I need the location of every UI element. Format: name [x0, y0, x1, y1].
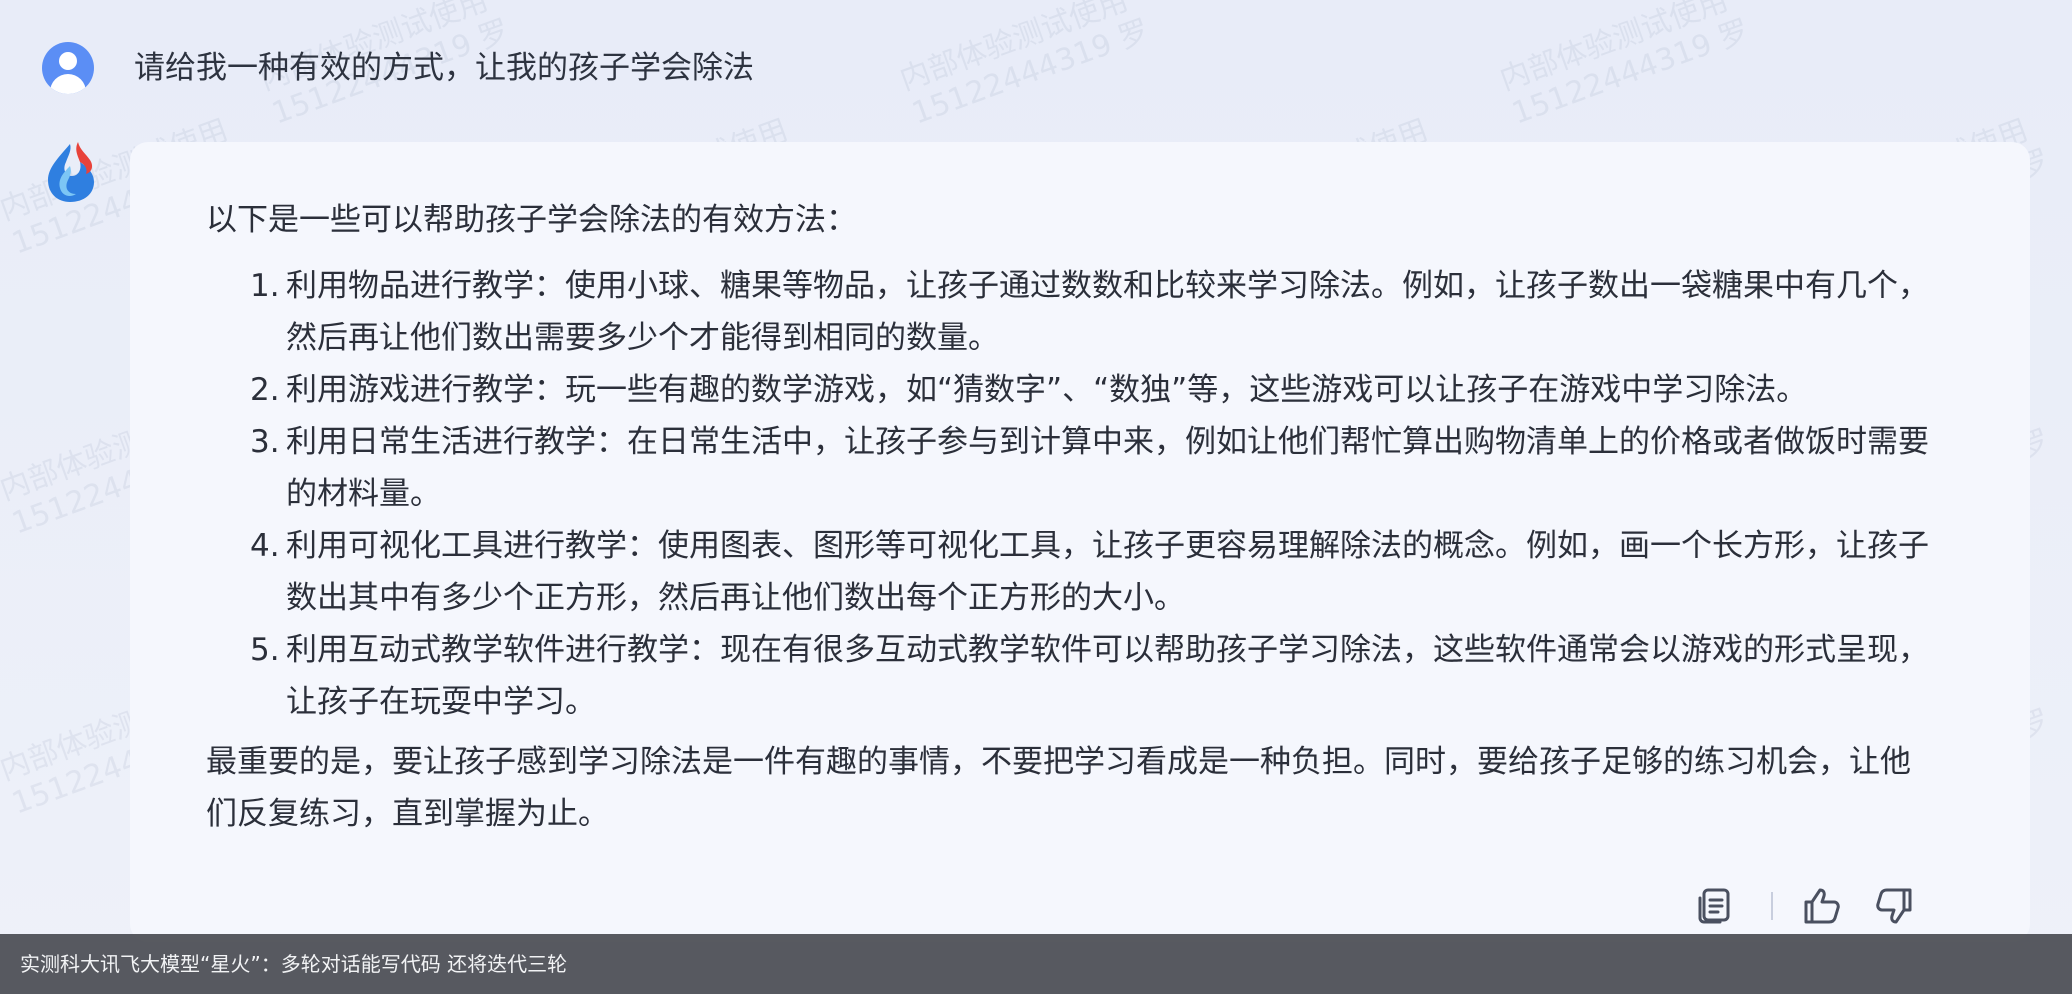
list-item: 2. 利用游戏进行教学：玩一些有趣的数学游戏，如“猜数字”、“数独”等，这些游戏可…: [206, 364, 1946, 416]
watermark: 内部体验测试使用15122444319 罗: [1495, 0, 1754, 132]
list-item-number: 4.: [250, 528, 280, 564]
list-item: 4. 利用可视化工具进行教学：使用图表、图形等可视化工具，让孩子更容易理解除法的概…: [206, 520, 1946, 624]
list-item-text: 利用游戏进行教学：玩一些有趣的数学游戏，如“猜数字”、“数独”等，这些游戏可以让…: [286, 372, 1808, 408]
list-item: 1. 利用物品进行教学：使用小球、糖果等物品，让孩子通过数数和比较来学习除法。例如…: [206, 260, 1946, 364]
answer-actions: [1690, 882, 1930, 930]
actions-divider: [1771, 892, 1773, 920]
chat-page: 内部体验测试使用 15122444319 罗 内部体验测试使用 1512244431…: [0, 0, 2072, 994]
thumbs-up-icon[interactable]: [1798, 882, 1846, 930]
list-item-text: 利用日常生活进行教学：在日常生活中，让孩子参与到计算中来，例如让他们帮忙算出购物…: [286, 424, 1929, 512]
caption-text: 实测科大讯飞大模型“星火”：多轮对话能写代码 还将迭代三轮: [20, 952, 568, 976]
caption-bar: 实测科大讯飞大模型“星火”：多轮对话能写代码 还将迭代三轮: [0, 934, 2072, 994]
list-item-number: 2.: [250, 372, 280, 408]
watermark: 内部体验测试使用15122444319 罗: [895, 0, 1154, 132]
list-item: 5. 利用互动式教学软件进行教学：现在有很多互动式教学软件可以帮助孩子学习除法，这…: [206, 624, 1946, 728]
user-avatar-icon: [42, 42, 94, 94]
thumbs-down-icon[interactable]: [1870, 882, 1918, 930]
list-item-text: 利用互动式教学软件进行教学：现在有很多互动式教学软件可以帮助孩子学习除法，这些软…: [286, 632, 1929, 720]
answer-intro: 以下是一些可以帮助孩子学会除法的有效方法：: [206, 202, 857, 238]
list-item-text: 利用可视化工具进行教学：使用图表、图形等可视化工具，让孩子更容易理解除法的概念。…: [286, 528, 1929, 616]
list-item-number: 1.: [250, 268, 280, 304]
answer-conclusion: 最重要的是，要让孩子感到学习除法是一件有趣的事情，不要把学习看成是一种负担。同时…: [206, 744, 1911, 832]
list-item-text: 利用物品进行教学：使用小球、糖果等物品，让孩子通过数数和比较来学习除法。例如，让…: [286, 268, 1929, 356]
answer-content: 以下是一些可以帮助孩子学会除法的有效方法： 1. 利用物品进行教学：使用小球、糖果…: [206, 194, 1946, 840]
user-question: 请给我一种有效的方式，让我的孩子学会除法: [134, 50, 754, 86]
tips-list: 1. 利用物品进行教学：使用小球、糖果等物品，让孩子通过数数和比较来学习除法。例如…: [206, 260, 1946, 728]
spark-logo-icon: [40, 136, 100, 206]
list-item: 3. 利用日常生活进行教学：在日常生活中，让孩子参与到计算中来，例如让他们帮忙算出…: [206, 416, 1946, 520]
copy-icon[interactable]: [1690, 882, 1738, 930]
list-item-number: 3.: [250, 424, 280, 460]
list-item-number: 5.: [250, 632, 280, 668]
